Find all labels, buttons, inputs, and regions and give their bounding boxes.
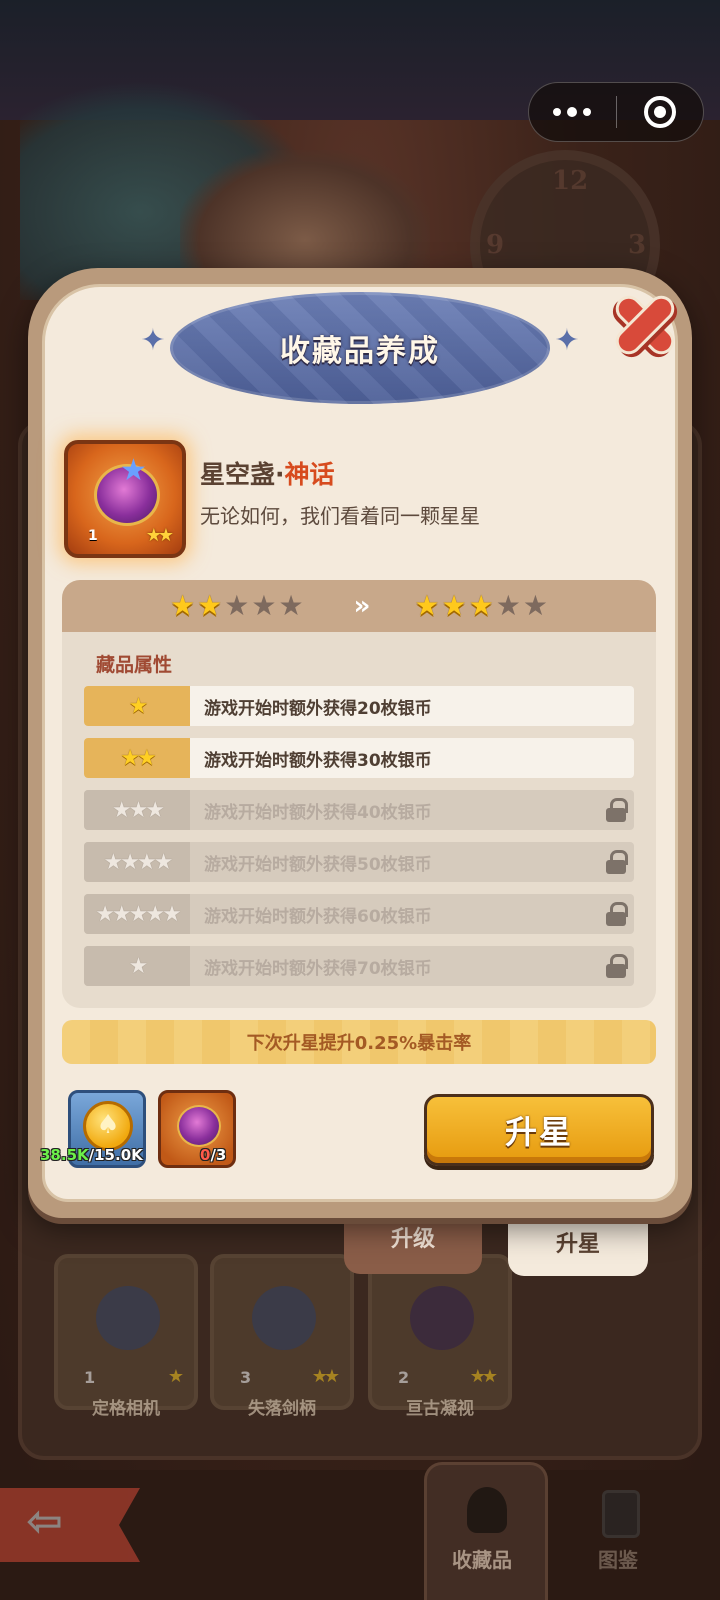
current-star-rating: ★ ★ ★ ★ ★	[170, 592, 304, 620]
fragment-cost-label: 0/3	[200, 1146, 226, 1164]
book-icon[interactable]	[602, 1490, 640, 1538]
tab-label: 升星	[555, 1232, 600, 1257]
attribute-text: 游戏开始时额外获得60枚银币	[204, 906, 432, 927]
attribute-row-locked: ★★★★ 游戏开始时额外获得50枚银币	[84, 842, 634, 882]
star-empty-icon: ★	[495, 589, 521, 622]
card-name: 定格相机	[92, 1399, 160, 1419]
lock-icon	[606, 954, 628, 978]
attribute-text: 游戏开始时额外获得20枚银币	[204, 698, 432, 719]
more-menu-button[interactable]	[529, 83, 616, 141]
attribute-row: ★ 游戏开始时额外获得20枚银币	[84, 686, 634, 726]
miniprogram-capsule	[528, 82, 704, 142]
target-icon	[643, 96, 676, 128]
card-name: 亘古凝视	[406, 1399, 474, 1419]
next-star-rating: ★ ★ ★ ★ ★	[414, 592, 548, 620]
star-empty-icon: ★	[251, 589, 277, 622]
starry-cup-fragment-icon	[177, 1105, 221, 1147]
nav-item-collection[interactable]	[424, 1462, 548, 1600]
item-name: 星空盏·神话	[200, 455, 335, 491]
dot-icon	[567, 107, 578, 117]
star-filled-icon: ★	[441, 589, 467, 622]
next-upgrade-bonus: 下次升星提升0.25%暴击率	[62, 1020, 656, 1064]
attribute-text: 游戏开始时额外获得50枚银币	[204, 854, 432, 875]
coin-cost-label: 38.5K/15.0K	[40, 1146, 143, 1164]
page-title: 收藏品养成	[280, 334, 440, 369]
crystal-ball-icon	[467, 1487, 507, 1533]
eye-glove-icon	[410, 1286, 474, 1350]
star-badge: ★★★★★	[84, 894, 190, 934]
card-stars: ★★	[311, 1366, 340, 1387]
attributes-title: 藏品属性	[96, 654, 173, 676]
tab-label: 升级	[390, 1227, 435, 1252]
star-badge: ★	[84, 686, 190, 726]
card-stars: ★★	[469, 1366, 498, 1387]
star-filled-icon: ★	[170, 589, 196, 622]
attribute-text: 游戏开始时额外获得30枚银币	[204, 750, 432, 771]
attribute-row: ★★ 游戏开始时额外获得30枚银币	[84, 738, 634, 778]
star-filled-icon: ★	[468, 589, 494, 622]
tab-upstar[interactable]: 升星	[508, 1208, 648, 1276]
lock-icon	[606, 798, 628, 822]
card-level: 3	[240, 1368, 252, 1387]
star-icon: ★	[120, 453, 147, 488]
coin-required: /15.0K	[88, 1146, 143, 1164]
star-filled-icon: ★	[414, 589, 440, 622]
star-filled-icon: ★	[197, 589, 223, 622]
item-icon: ★ 1 ★★	[64, 440, 186, 558]
arrow-left-icon: ⇦	[26, 1496, 63, 1547]
star-empty-icon: ★	[224, 589, 250, 622]
card-level: 1	[84, 1368, 96, 1387]
sparkle-icon: ✦	[140, 323, 166, 358]
item-name-separator: ·	[275, 460, 285, 489]
item-name-text: 星空盏	[200, 460, 276, 489]
collection-card[interactable]: 2 ★★	[368, 1254, 512, 1410]
attribute-text: 游戏开始时额外获得70枚银币	[204, 958, 432, 979]
item-stars: ★★	[145, 525, 174, 546]
attribute-row-locked: ★ 游戏开始时额外获得70枚银币	[84, 946, 634, 986]
camera-icon	[96, 1286, 160, 1350]
upstar-button-label: 升星	[504, 1113, 573, 1151]
sparkle-icon: ✦	[554, 323, 580, 358]
fragment-required: /3	[210, 1146, 227, 1164]
coin-owned: 38.5K	[40, 1146, 89, 1164]
collection-card[interactable]: 3 ★★	[210, 1254, 354, 1410]
star-progress-header: ★ ★ ★ ★ ★ » ★ ★ ★ ★ ★	[62, 580, 656, 632]
star-empty-icon: ★	[522, 589, 548, 622]
card-stars: ★	[167, 1366, 184, 1387]
item-rarity: 神话	[284, 460, 335, 489]
dot-icon	[553, 108, 562, 116]
attribute-text: 游戏开始时额外获得40枚银币	[204, 802, 432, 823]
item-description: 无论如何，我们看着同一颗星星	[200, 504, 480, 528]
card-level: 2	[398, 1368, 410, 1387]
collection-card[interactable]: 1 ★	[54, 1254, 198, 1410]
fragment-owned: 0	[200, 1146, 211, 1164]
nav-label-catalog[interactable]: 图鉴	[598, 1544, 638, 1573]
star-badge: ★★★★	[84, 842, 190, 882]
lock-icon	[606, 850, 628, 874]
attribute-row-locked: ★★★★★ 游戏开始时额外获得60枚银币	[84, 894, 634, 934]
sword-hilt-icon	[252, 1286, 316, 1350]
coin-icon	[83, 1101, 133, 1151]
close-button[interactable]	[610, 290, 680, 360]
star-badge: ★★★	[84, 790, 190, 830]
next-bonus-text: 下次升星提升0.25%暴击率	[246, 1033, 472, 1054]
nav-label-collection: 收藏品	[452, 1548, 512, 1572]
attribute-row-locked: ★★★ 游戏开始时额外获得40枚银币	[84, 790, 634, 830]
dot-icon	[583, 108, 592, 116]
card-name: 失落剑柄	[248, 1399, 316, 1419]
item-level: 1	[88, 528, 98, 544]
back-button[interactable]: ⇦	[0, 1488, 140, 1562]
lock-icon	[606, 902, 628, 926]
star-badge: ★★	[84, 738, 190, 778]
title-banner: 收藏品养成	[170, 292, 550, 404]
close-miniprogram-button[interactable]	[617, 83, 704, 141]
upstar-button[interactable]: 升星	[424, 1094, 654, 1166]
star-empty-icon: ★	[278, 589, 304, 622]
double-arrow-icon: »	[353, 591, 371, 621]
star-badge: ★	[84, 946, 190, 986]
